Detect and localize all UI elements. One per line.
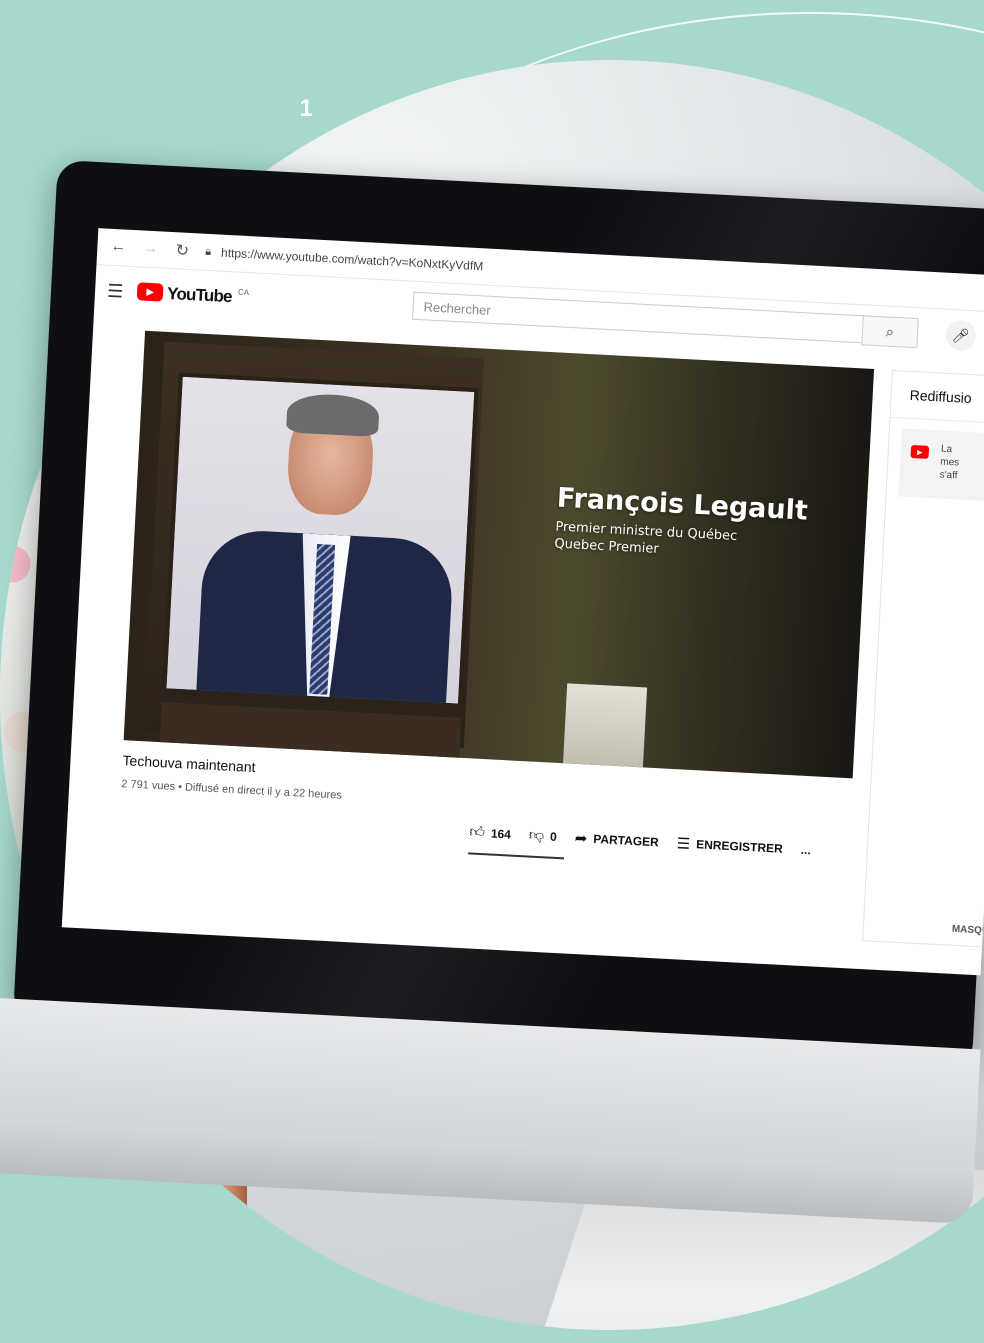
like-count: 164	[490, 826, 512, 842]
hamburger-menu-icon[interactable]: ☰	[107, 280, 124, 302]
share-button[interactable]: ➦ PARTAGER	[574, 829, 659, 851]
chat-message-line: mes	[940, 456, 960, 469]
lamp-decor	[561, 683, 648, 779]
microphone-icon[interactable]: 🎤︎	[945, 319, 977, 352]
share-label: PARTAGER	[592, 831, 660, 850]
chat-message-text: La mes s'aff	[939, 443, 960, 483]
playlist-add-icon: ☰	[676, 835, 691, 853]
forward-arrow-icon[interactable]: →	[141, 239, 160, 258]
live-chat-replay-panel: Rediffusio ▶ La mes s'aff MASQU	[862, 369, 984, 949]
lock-icon: 🔒︎	[205, 245, 212, 258]
search-icon[interactable]: ⌕	[861, 315, 919, 349]
youtube-play-icon: ▶	[910, 444, 930, 459]
youtube-logo-text: YouTube	[166, 283, 233, 307]
youtube-logo[interactable]: ▶ YouTube CA	[136, 282, 250, 308]
step-number-badge: 1	[281, 84, 331, 134]
thumbs-up-icon: 👍︎	[468, 823, 486, 842]
chat-message-line: s'aff	[939, 469, 958, 482]
video-title: Techouva maintenant	[122, 752, 256, 776]
hide-chat-button[interactable]: MASQU	[952, 924, 984, 937]
video-actions: 👍︎ 164 👎︎ 0 ➦ PARTAGER ☰ ENREGISTRER ...	[469, 823, 811, 859]
screen: ← → ↻ 🔒︎ https://www.youtube.com/watch?v…	[61, 228, 984, 976]
back-arrow-icon[interactable]: ←	[109, 238, 128, 257]
monitor: ← → ↻ 🔒︎ https://www.youtube.com/watch?v…	[0, 120, 984, 1225]
video-meta: 2 791 vues • Diffusé en direct il y a 22…	[121, 778, 343, 802]
save-label: ENREGISTRER	[695, 837, 784, 856]
reload-icon[interactable]: ↻	[173, 240, 192, 261]
dislike-count: 0	[549, 829, 558, 844]
scene: 1 ← → ↻ 🔒︎ https://www.youtube.com/watch…	[0, 0, 984, 1343]
speaker-title-overlay: Premier ministre du Québec Quebec Premie…	[554, 518, 738, 561]
address-bar[interactable]: 🔒︎ https://www.youtube.com/watch?v=KoNxt…	[205, 245, 484, 274]
share-arrow-icon: ➦	[574, 829, 588, 848]
country-code: CA	[237, 287, 250, 298]
more-label: ...	[800, 842, 812, 858]
url-text: https://www.youtube.com/watch?v=KoNxtKyV…	[220, 245, 484, 274]
panel-title: Rediffusio	[890, 370, 984, 426]
video-player[interactable]: François Legault Premier ministre du Qué…	[123, 330, 875, 779]
thumbs-down-icon: 👎︎	[528, 826, 545, 845]
video-inset-frame	[162, 372, 479, 708]
chat-message-line: La	[940, 443, 953, 456]
person-hair	[285, 392, 380, 438]
youtube-play-icon: ▶	[136, 282, 164, 302]
chat-message: ▶ La mes s'aff	[898, 428, 984, 503]
save-button[interactable]: ☰ ENREGISTRER	[676, 834, 783, 858]
like-ratio-bar	[468, 852, 565, 860]
more-actions-button[interactable]: ...	[800, 843, 811, 858]
like-button[interactable]: 👍︎ 164	[469, 823, 512, 843]
dislike-button[interactable]: 👎︎ 0	[528, 827, 557, 846]
